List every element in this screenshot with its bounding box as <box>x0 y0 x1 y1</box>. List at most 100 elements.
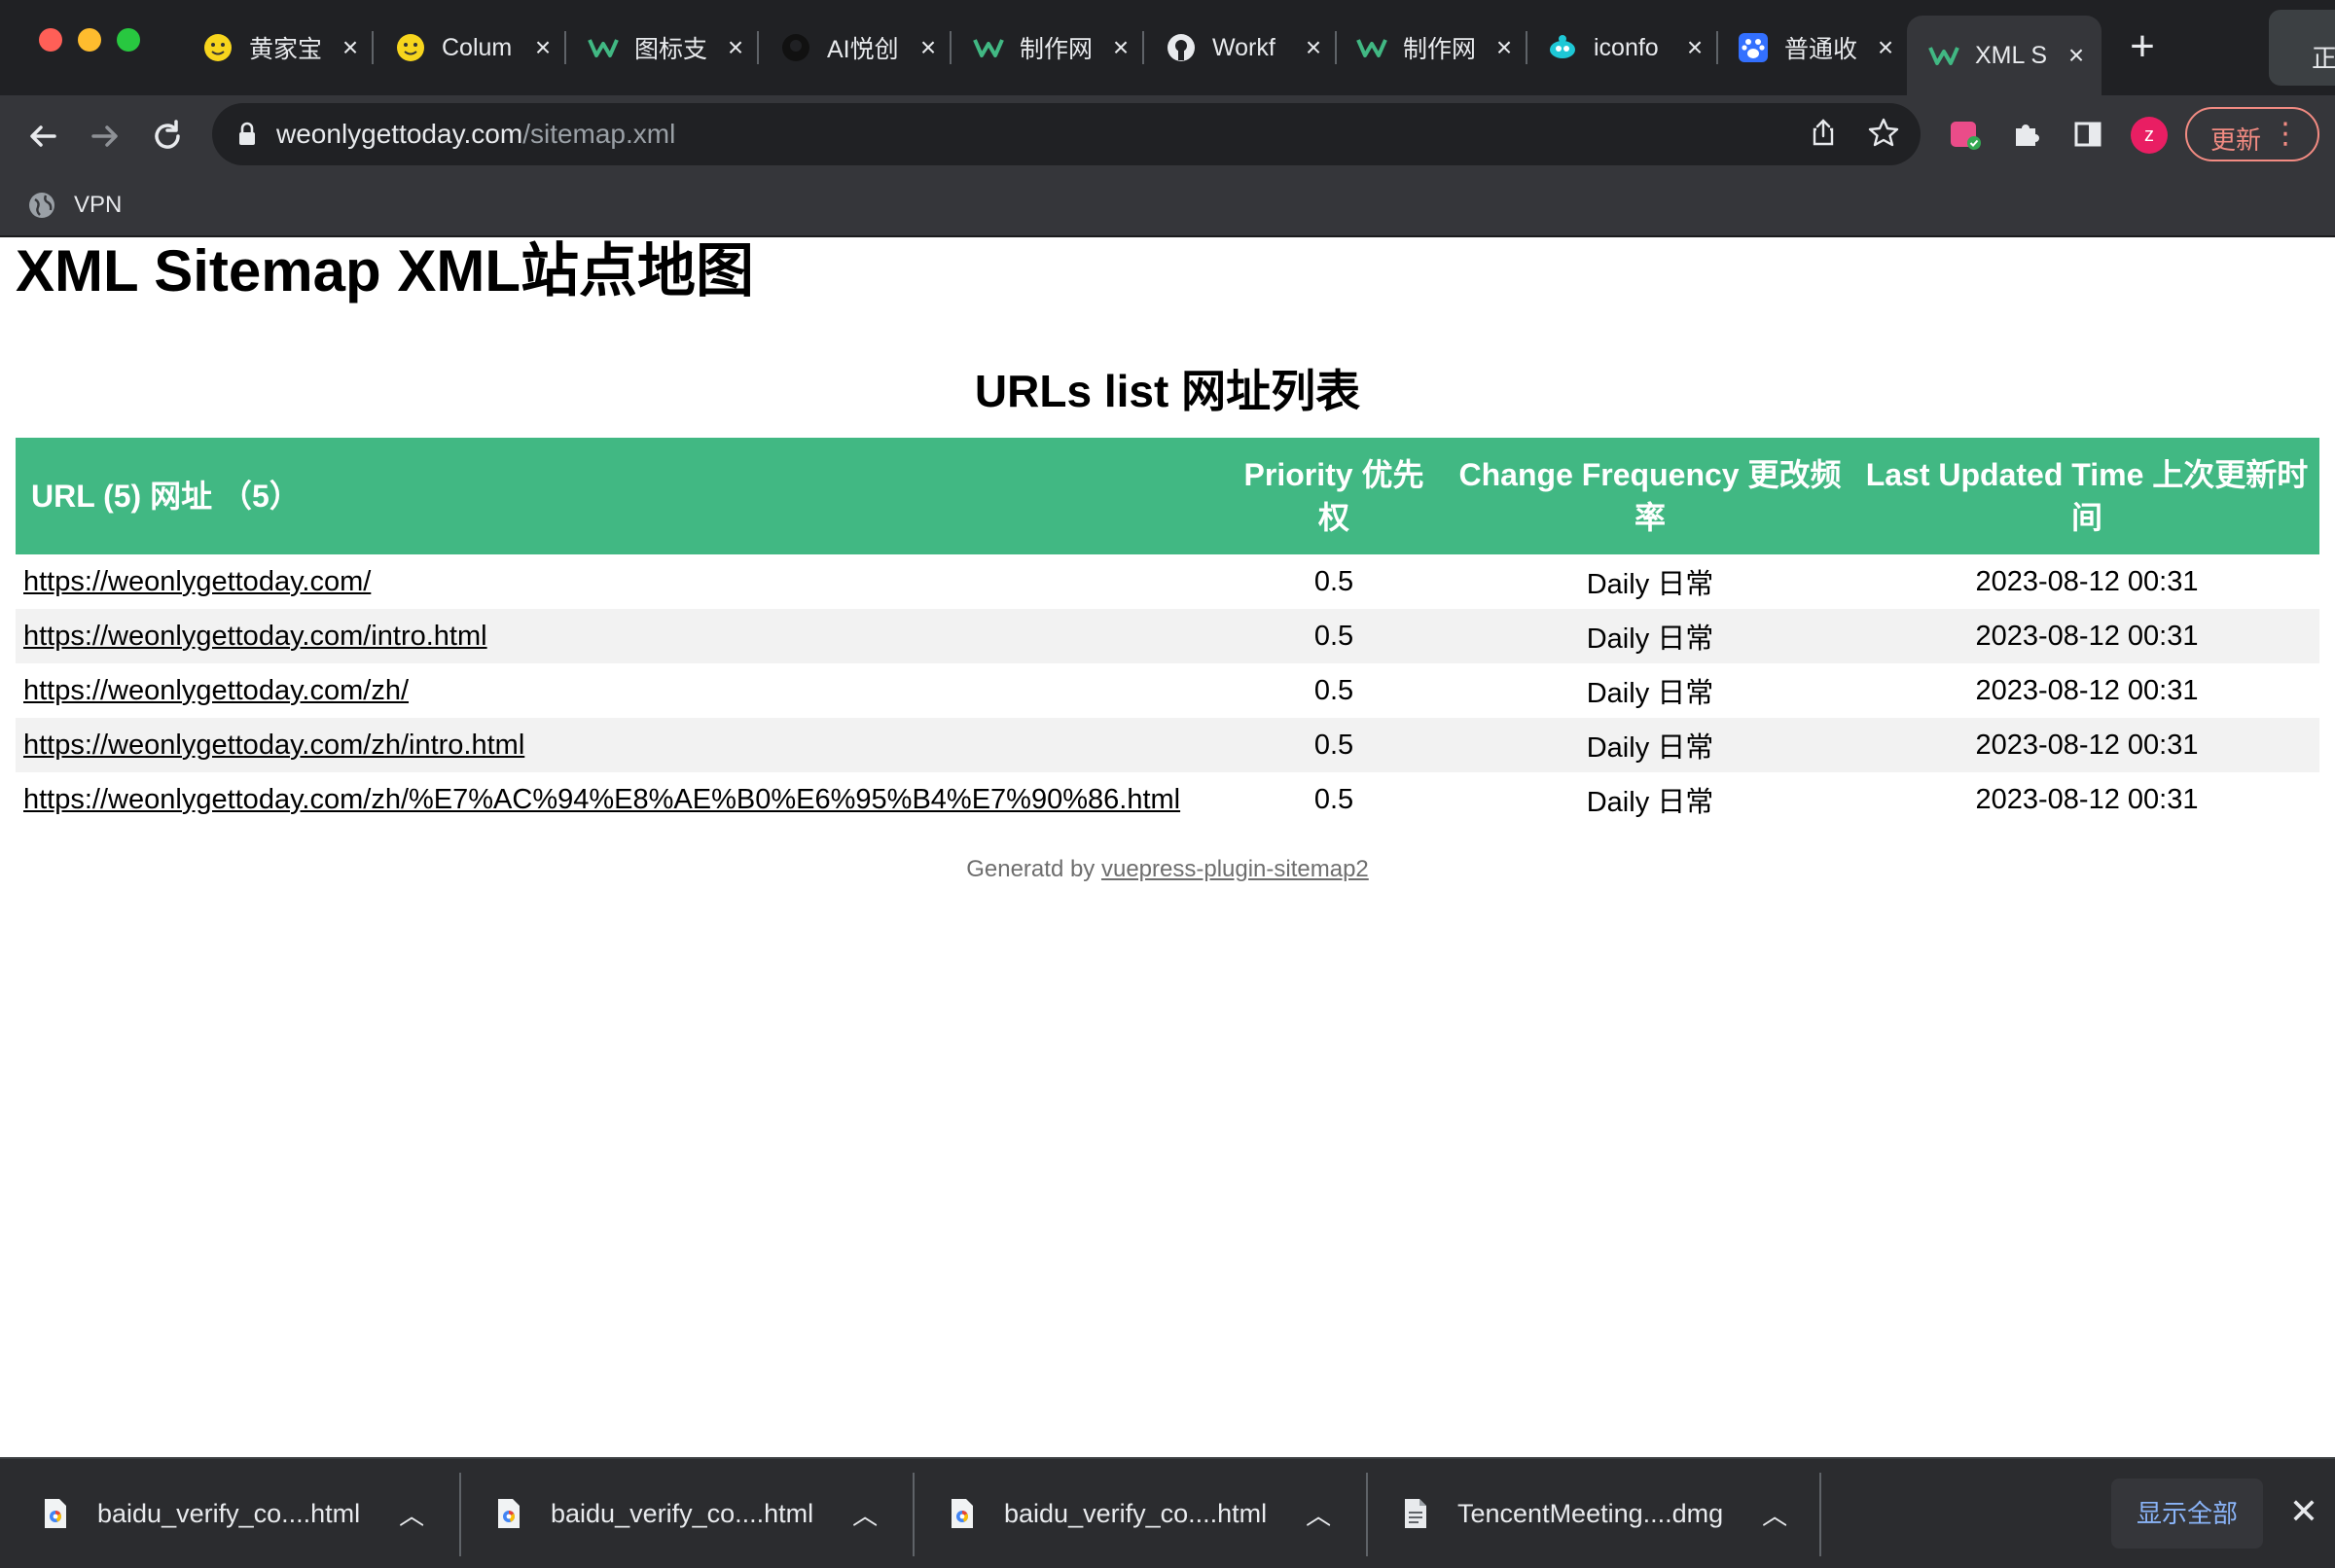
lock-icon[interactable] <box>234 121 261 148</box>
chevron-up-icon[interactable]: ︿ <box>1762 1496 1787 1532</box>
show-all-downloads-button[interactable]: 显示全部 <box>2111 1479 2263 1549</box>
window-close-button[interactable] <box>39 28 62 52</box>
update-button[interactable]: 更新 ⋮ <box>2185 107 2319 161</box>
iconfont-icon <box>1547 32 1578 63</box>
frequency-cell: Daily 日常 <box>1586 787 1714 818</box>
side-panel-icon[interactable] <box>2068 115 2107 154</box>
page-content: XML Sitemap XML站点地图 URLs list 网址列表 URL (… <box>0 237 2335 1457</box>
table-row: https://weonlygettoday.com/intro.html 0.… <box>16 609 2319 663</box>
tab-close-icon[interactable]: × <box>337 34 364 61</box>
frequency-cell: Daily 日常 <box>1446 609 1854 663</box>
tab-close-icon[interactable]: × <box>1300 34 1327 61</box>
tab-label: 制作网 <box>1020 36 1092 63</box>
tab-close-icon[interactable]: × <box>1107 34 1134 61</box>
browser-tab[interactable]: Workf × <box>1166 16 1327 80</box>
table-row: https://weonlygettoday.com/ 0.5 Daily 日常… <box>16 554 2319 609</box>
tab-close-icon[interactable]: × <box>2063 42 2090 69</box>
download-item[interactable]: TencentMeeting....dmg ︿ <box>1403 1459 1787 1568</box>
table-row: https://weonlygettoday.com/zh/intro.html… <box>16 718 2319 772</box>
forward-button[interactable] <box>84 117 126 160</box>
browser-tab[interactable]: 黄家宝 × <box>202 16 364 80</box>
chevron-up-icon[interactable]: ︿ <box>852 1496 878 1532</box>
bookmark-vpn[interactable]: VPN <box>27 191 122 220</box>
url-link[interactable]: https://weonlygettoday.com/zh/ <box>23 675 409 706</box>
download-filename: baidu_verify_co....html <box>97 1498 361 1528</box>
chevron-up-icon[interactable]: ︿ <box>399 1496 424 1532</box>
download-item[interactable]: baidu_verify_co....html ︿ <box>950 1459 1331 1568</box>
frequency-cell: Daily 日常 <box>1586 678 1714 709</box>
header-last-updated: Last Updated Time 上次更新时间 <box>1854 438 2319 554</box>
frequency-cell: Daily 日常 <box>1446 718 1854 772</box>
section-heading: URLs list 网址列表 <box>974 366 1361 416</box>
tab-close-icon[interactable]: × <box>1872 34 1899 61</box>
updated-cell: 2023-08-12 00:31 <box>1854 718 2319 772</box>
download-filename: TencentMeeting....dmg <box>1457 1498 1724 1528</box>
back-button[interactable] <box>21 117 64 160</box>
tab-close-icon[interactable]: × <box>915 34 942 61</box>
url-link[interactable]: https://weonlygettoday.com/intro.html <box>23 621 487 652</box>
url-link[interactable]: https://weonlygettoday.com/zh/intro.html <box>23 730 524 761</box>
url-cell: https://weonlygettoday.com/zh/%E7%AC%94%… <box>16 772 1222 827</box>
translate-extension-icon[interactable] <box>1946 115 1985 154</box>
browser-tab[interactable]: 制作网 × <box>1356 16 1518 80</box>
url-link[interactable]: https://weonlygettoday.com/zh/%E7%AC%94%… <box>23 784 1180 815</box>
html-file-icon <box>952 1499 973 1528</box>
browser-tab[interactable]: Colum × <box>395 16 557 80</box>
window-zoom-button[interactable] <box>117 28 140 52</box>
url-cell: https://weonlygettoday.com/intro.html <box>16 609 1222 663</box>
globe-icon <box>29 193 54 218</box>
tab-label: iconfo <box>1594 33 1659 61</box>
github-icon <box>780 32 811 63</box>
tab-label: 图标支 <box>634 36 706 63</box>
priority-cell: 0.5 <box>1222 718 1446 772</box>
updated-cell: 2023-08-12 00:31 <box>1975 783 2199 815</box>
profile-avatar[interactable]: z <box>2131 117 2168 154</box>
url-link[interactable]: https://weonlygettoday.com/ <box>23 566 371 597</box>
tab-close-icon[interactable]: × <box>722 34 749 61</box>
download-filename: baidu_verify_co....html <box>551 1498 814 1528</box>
new-tab-button[interactable]: + <box>2125 25 2160 68</box>
more-menu-icon[interactable]: ⋮ <box>2271 117 2300 151</box>
download-item[interactable]: baidu_verify_co....html ︿ <box>496 1459 878 1568</box>
puzzle-extensions-icon[interactable] <box>2006 115 2045 154</box>
browser-tab[interactable]: 图标支 × <box>588 16 749 80</box>
bookmark-star-icon[interactable] <box>1866 117 1901 152</box>
browser-tab[interactable]: AI悦创 × <box>780 16 942 80</box>
browser-tab-active[interactable]: XML S × <box>1907 16 2102 95</box>
tab-close-icon[interactable]: × <box>529 34 557 61</box>
address-bar[interactable]: weonlygettoday.com/sitemap.xml <box>212 103 1921 165</box>
url-cell: https://weonlygettoday.com/zh/intro.html <box>16 718 1222 772</box>
tab-close-icon[interactable]: × <box>1681 34 1708 61</box>
browser-tab[interactable]: 普通收 × <box>1738 16 1899 80</box>
reload-button[interactable] <box>146 117 189 160</box>
close-shelf-icon[interactable]: ✕ <box>2284 1492 2323 1531</box>
url-text[interactable]: weonlygettoday.com/sitemap.xml <box>276 119 675 150</box>
download-item[interactable]: baidu_verify_co....html ︿ <box>43 1459 424 1568</box>
tab-label: 制作网 <box>1403 36 1475 63</box>
priority-cell: 0.5 <box>1313 565 1354 597</box>
priority-cell: 0.5 <box>1313 674 1354 706</box>
chevron-up-icon[interactable]: ︿ <box>1306 1496 1331 1532</box>
browser-tab[interactable]: 制作网 × <box>973 16 1134 80</box>
header-frequency: Change Frequency 更改频率 <box>1446 438 1854 554</box>
w-logo-icon <box>588 32 619 63</box>
tab-label: Colum <box>442 33 513 61</box>
window-minimize-button[interactable] <box>78 28 101 52</box>
header-url: URL (5) 网址 （5） <box>16 438 1222 554</box>
tab-label: Workf <box>1212 33 1275 61</box>
tab-label: XML S <box>1975 41 2047 69</box>
share-icon[interactable] <box>1806 117 1841 152</box>
profile-corner[interactable]: 正 <box>2269 10 2335 86</box>
tab-close-icon[interactable]: × <box>1491 34 1518 61</box>
updated-cell: 2023-08-12 00:31 <box>1975 674 2199 706</box>
footer-link[interactable]: vuepress-plugin-sitemap2 <box>1101 856 1369 882</box>
url-cell: https://weonlygettoday.com/zh/ <box>16 663 1222 718</box>
bookmarks-bar: VPN <box>0 183 2335 235</box>
browser-tab[interactable]: iconfo × <box>1547 16 1708 80</box>
document-file-icon <box>1405 1499 1426 1528</box>
priority-cell: 0.5 <box>1222 609 1446 663</box>
html-file-icon <box>498 1499 520 1528</box>
updated-cell: 2023-08-12 00:31 <box>1854 609 2319 663</box>
footer-text: Generatd by <box>966 856 1101 882</box>
table-row: https://weonlygettoday.com/zh/ 0.5 Daily… <box>16 663 2319 718</box>
